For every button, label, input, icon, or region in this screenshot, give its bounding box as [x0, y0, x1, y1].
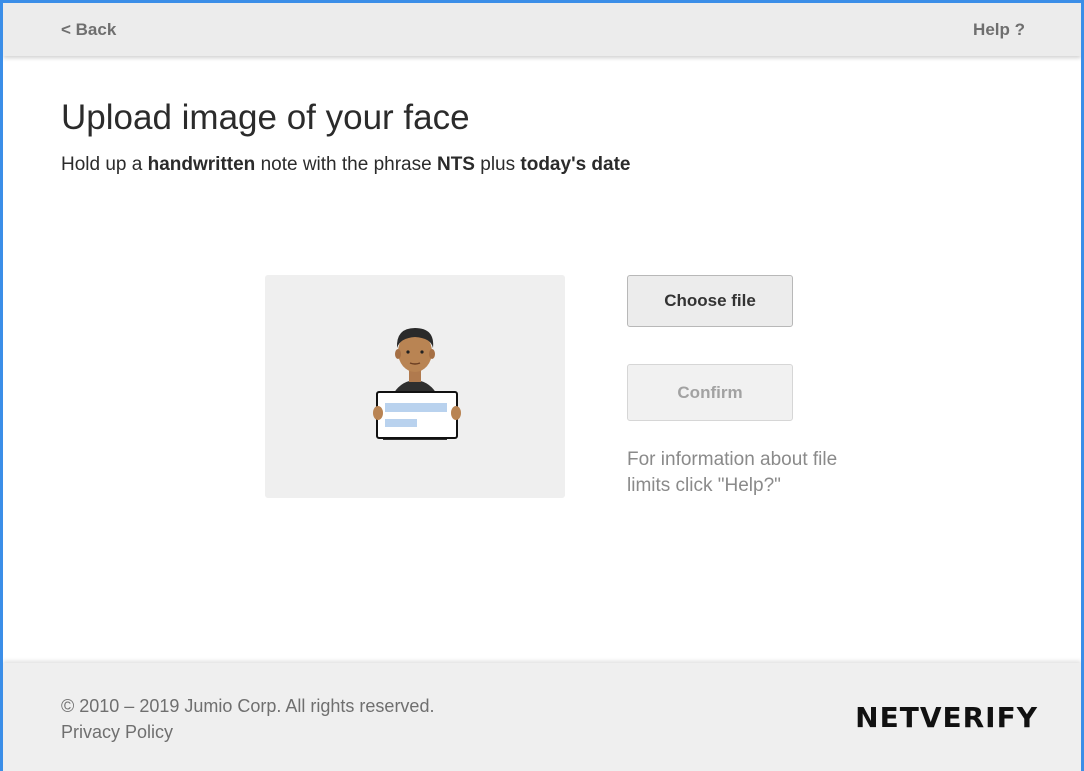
confirm-button[interactable]: Confirm	[627, 364, 793, 421]
netverify-logo: NETVERIFY	[855, 701, 1038, 734]
instruction-handwritten: handwritten	[147, 154, 256, 175]
file-limits-info: For information about file limits click …	[627, 449, 838, 496]
person-holding-note-illustration	[373, 328, 461, 440]
help-link[interactable]: Help ?	[973, 20, 1025, 40]
page-title: Upload image of your face	[61, 98, 470, 137]
privacy-policy-link[interactable]: Privacy Policy	[61, 722, 173, 743]
instruction-phrase: NTS	[436, 154, 475, 175]
back-link[interactable]: < Back	[61, 20, 116, 40]
image-preview	[265, 275, 565, 498]
footer: © 2010 – 2019 Jumio Corp. All rights res…	[3, 663, 1081, 771]
top-bar: < Back Help ?	[3, 3, 1081, 56]
choose-file-button[interactable]: Choose file	[627, 275, 793, 327]
instruction-date: today's date	[520, 154, 631, 175]
copyright-text: © 2010 – 2019 Jumio Corp. All rights res…	[61, 696, 435, 716]
instruction-part: plus	[474, 154, 521, 175]
instruction-part: note with the phrase	[255, 154, 437, 175]
browser-frame: < Back Help ? Upload image of your face …	[0, 0, 1084, 771]
instruction-text: Hold up a handwritten note with the phra…	[61, 154, 631, 176]
instruction-part: Hold up a	[61, 154, 148, 175]
